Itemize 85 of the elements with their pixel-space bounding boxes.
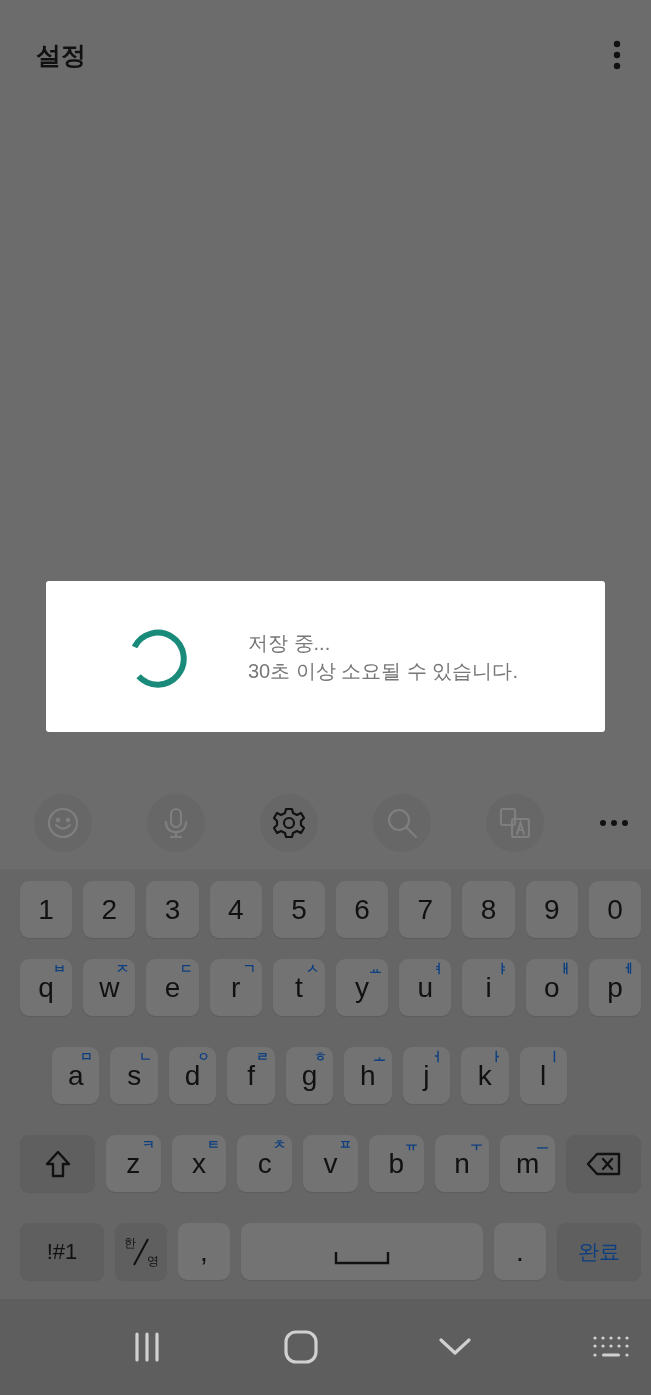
backspace-key[interactable] bbox=[566, 1135, 642, 1192]
key-hint: ㄹ bbox=[255, 1048, 269, 1066]
key-hint: ㅛ bbox=[369, 960, 383, 978]
keyboard-key[interactable]: a ㅁ bbox=[52, 1047, 100, 1104]
keyboard-key[interactable]: m ㅡ bbox=[500, 1135, 556, 1192]
key-hint: ㅌ bbox=[207, 1136, 221, 1154]
keyboard-key[interactable]: b ㅠ bbox=[368, 1135, 424, 1192]
keyboard-key[interactable]: w ㅈ bbox=[83, 959, 136, 1016]
shift-key[interactable] bbox=[20, 1135, 95, 1192]
keyboard-key[interactable]: h ㅗ bbox=[344, 1047, 392, 1104]
screen-title: 설정 bbox=[36, 39, 86, 71]
keyboard-key[interactable]: o ㅐ bbox=[525, 959, 578, 1016]
keyboard-key[interactable]: c ㅊ bbox=[237, 1135, 293, 1192]
keyboard-key[interactable]: y ㅛ bbox=[336, 959, 389, 1016]
key-hint: ㅕ bbox=[432, 960, 446, 978]
key-hint: ㄱ bbox=[242, 960, 256, 978]
key-hint: ㄴ bbox=[138, 1048, 152, 1066]
key-hint: ㅏ bbox=[489, 1048, 503, 1065]
keyboard-key[interactable]: d ㅇ bbox=[168, 1047, 217, 1104]
keyboard-key[interactable]: t ㅅ bbox=[272, 959, 325, 1016]
keyboard-key[interactable]: 9 bbox=[525, 881, 578, 938]
keyboard-key[interactable]: 0 bbox=[588, 881, 642, 938]
key-hint: ㅎ bbox=[314, 1048, 328, 1066]
home-icon[interactable] bbox=[283, 1330, 318, 1364]
keyboard-key[interactable]: . bbox=[494, 1223, 546, 1280]
dialog-title: 저장 중... bbox=[248, 630, 332, 656]
keyboard-key[interactable]: i ㅑ bbox=[462, 959, 515, 1016]
keyboard-key[interactable]: p ㅔ bbox=[588, 959, 642, 1016]
key-hint: ㅊ bbox=[273, 1136, 287, 1154]
key-hint: ㅓ bbox=[431, 1048, 445, 1066]
keyboard-key[interactable]: , bbox=[178, 1223, 230, 1280]
key-hint: ㄷ bbox=[179, 960, 193, 978]
translate-icon bbox=[497, 805, 533, 841]
key-label: 한 bbox=[124, 1235, 136, 1252]
smiley-icon bbox=[45, 805, 81, 841]
backspace-icon bbox=[584, 1150, 623, 1177]
key-hint: ㅍ bbox=[338, 1136, 352, 1154]
keyboard-key[interactable]: k ㅏ bbox=[461, 1047, 509, 1104]
key-hint: ㅁ bbox=[80, 1048, 94, 1066]
more-icon[interactable] bbox=[599, 819, 629, 827]
keyboard-key[interactable]: 4 bbox=[209, 881, 262, 938]
keyboard-icon[interactable] bbox=[592, 1336, 629, 1358]
keyboard-key[interactable]: 8 bbox=[462, 881, 515, 938]
keyboard-key[interactable]: 6 bbox=[336, 881, 389, 938]
keyboard-key[interactable]: q ㅂ bbox=[20, 959, 73, 1016]
key-hint: ㅡ bbox=[536, 1136, 550, 1154]
hide-keyboard-icon[interactable] bbox=[439, 1338, 472, 1356]
symbols-key[interactable]: !#1 bbox=[20, 1223, 104, 1280]
recent-apps-icon[interactable] bbox=[132, 1332, 162, 1362]
dialog-message: 30초 이상 소요될 수 있습니다. bbox=[248, 658, 519, 684]
key-hint: ㅜ bbox=[470, 1136, 484, 1154]
key-hint: ㅔ bbox=[622, 960, 636, 978]
keyboard-key[interactable]: f ㄹ bbox=[227, 1047, 275, 1104]
more-options-icon[interactable] bbox=[613, 40, 621, 70]
key-hint: ㅣ bbox=[547, 1048, 561, 1066]
keyboard-key[interactable]: 5 bbox=[272, 881, 325, 938]
key-label: 영 bbox=[147, 1253, 159, 1270]
key-hint: ㅑ bbox=[495, 960, 509, 978]
keyboard-key[interactable]: l ㅣ bbox=[519, 1047, 567, 1104]
key-hint: ㅇ bbox=[197, 1048, 211, 1065]
key-hint: ㅠ bbox=[404, 1136, 418, 1154]
key-hint: ㅐ bbox=[558, 960, 572, 978]
keyboard-key[interactable]: v ㅍ bbox=[303, 1135, 358, 1192]
keyboard-key[interactable]: j ㅓ bbox=[402, 1047, 451, 1104]
keyboard-key[interactable]: x ㅌ bbox=[171, 1135, 227, 1192]
keyboard-key[interactable]: 7 bbox=[399, 881, 452, 938]
keyboard-key[interactable]: n ㅜ bbox=[434, 1135, 490, 1192]
keyboard-key[interactable]: u ㅕ bbox=[399, 959, 452, 1016]
key-hint: ㅋ bbox=[141, 1136, 155, 1154]
keyboard-key[interactable]: e ㄷ bbox=[146, 959, 199, 1016]
keyboard-key[interactable]: 3 bbox=[146, 881, 199, 938]
keyboard-key[interactable]: s ㄴ bbox=[110, 1047, 158, 1104]
keyboard-key[interactable]: g ㅎ bbox=[285, 1047, 334, 1104]
keyboard-key[interactable]: 2 bbox=[83, 881, 136, 938]
key-hint: ㅅ bbox=[306, 960, 319, 978]
space-bar-icon bbox=[334, 1250, 390, 1265]
key-hint: ㅗ bbox=[372, 1048, 386, 1065]
keyboard-key[interactable]: z ㅋ bbox=[106, 1135, 161, 1192]
shift-arrow-icon bbox=[43, 1148, 72, 1179]
key-hint: ㅈ bbox=[116, 960, 130, 978]
key-hint: ㅂ bbox=[53, 960, 67, 978]
keyboard-key[interactable]: 1 bbox=[20, 881, 73, 938]
gear-icon bbox=[271, 805, 307, 841]
keyboard-key[interactable]: r ㄱ bbox=[209, 959, 262, 1016]
language-key[interactable]: 한 영 bbox=[115, 1223, 167, 1280]
